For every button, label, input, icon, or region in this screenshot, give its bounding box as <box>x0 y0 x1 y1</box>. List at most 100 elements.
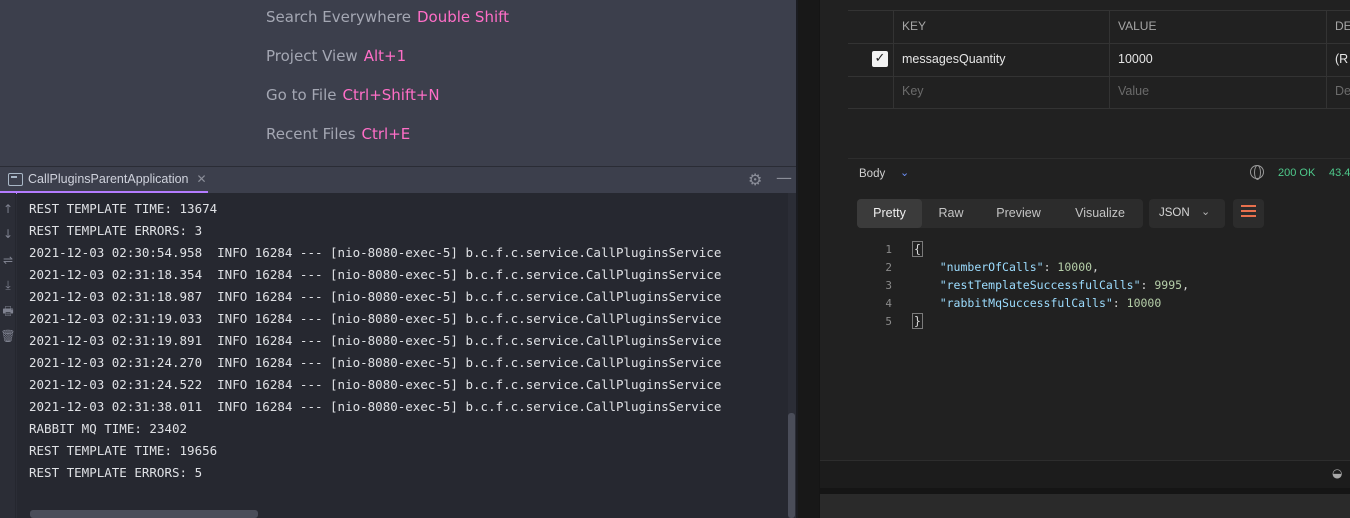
new-param-key-input[interactable]: Key <box>902 84 924 98</box>
divider <box>848 10 1350 11</box>
new-param-description-input[interactable]: De <box>1335 84 1350 98</box>
line-number: 2 <box>885 261 892 274</box>
horizontal-scrollbar[interactable] <box>30 510 258 518</box>
console-icon <box>8 172 23 186</box>
hint-label: Search Everywhere <box>266 8 411 26</box>
tab-pretty[interactable]: Pretty <box>857 199 922 228</box>
console-toolbar: ↑ ↓ ⇌ ⤓ 🖶 🗑 <box>0 193 16 518</box>
new-param-value-input[interactable]: Value <box>1118 84 1149 98</box>
ide-window: Search Everywhere Double Shift Project Vi… <box>0 0 798 518</box>
vertical-scrollbar[interactable] <box>788 413 795 518</box>
code-line: } <box>912 313 923 329</box>
hint-label: Recent Files <box>266 125 356 143</box>
console-line: REST TEMPLATE TIME: 13674 <box>29 201 218 216</box>
minimize-icon[interactable]: — <box>776 168 792 187</box>
param-key-field[interactable]: messagesQuantity <box>902 52 1006 66</box>
hint-shortcut: Ctrl+E <box>361 125 411 143</box>
json-value: 10000 <box>1057 260 1093 274</box>
code-line: { <box>912 241 923 257</box>
globe-icon[interactable] <box>1250 165 1264 180</box>
param-description-field[interactable]: (R <box>1335 52 1348 66</box>
status-code[interactable]: 200 OK <box>1278 167 1315 179</box>
format-select[interactable]: JSON ⌄ <box>1149 199 1225 228</box>
code-line: "restTemplateSuccessfulCalls": 9995, <box>939 278 1189 292</box>
console-line: 2021-12-03 02:31:19.891 INFO 16284 --- [… <box>29 333 722 348</box>
console-line: 2021-12-03 02:31:24.522 INFO 16284 --- [… <box>29 377 722 392</box>
chevron-down-icon[interactable]: ⌄ <box>900 166 909 179</box>
json-value: 10000 <box>1126 296 1162 310</box>
json-value: 9995 <box>1154 278 1183 292</box>
divider <box>848 108 1350 109</box>
divider <box>848 158 1350 159</box>
arrow-up-icon[interactable]: ↑ <box>0 202 16 216</box>
console-line: REST TEMPLATE TIME: 19656 <box>29 443 218 458</box>
wrap-lines-button[interactable] <box>1233 199 1264 228</box>
postman-footer <box>820 460 1350 488</box>
close-icon[interactable]: ✕ <box>197 172 207 186</box>
console-line: 2021-12-03 02:31:18.354 INFO 16284 --- [… <box>29 267 722 282</box>
code-line: "numberOfCalls": 10000, <box>939 260 1099 274</box>
wrap-lines-icon <box>1241 205 1256 207</box>
format-select-value: JSON <box>1159 207 1190 219</box>
soft-wrap-icon[interactable]: ⇌ <box>0 253 16 267</box>
console-line: 2021-12-03 02:31:38.011 INFO 16284 --- [… <box>29 399 722 414</box>
hint-project-view: Project View Alt+1 <box>266 47 406 65</box>
json-brace: { <box>912 241 923 257</box>
chevron-down-icon: ⌄ <box>1201 206 1211 218</box>
line-number: 3 <box>885 279 892 292</box>
print-icon[interactable]: 🖶 <box>0 304 16 318</box>
column-header-value: VALUE <box>1118 19 1157 33</box>
code-line: "rabbitMqSuccessfulCalls": 10000 <box>939 296 1162 310</box>
tab-label: CallPluginsParentApplication <box>28 172 189 186</box>
param-enabled-checkbox[interactable]: ✓ <box>872 51 888 67</box>
divider <box>848 43 1350 44</box>
hint-shortcut: Double Shift <box>417 8 510 26</box>
console-output[interactable]: REST TEMPLATE TIME: 13674 REST TEMPLATE … <box>17 193 788 518</box>
column-header-key: KEY <box>902 19 927 33</box>
console-line: 2021-12-03 02:31:19.033 INFO 16284 --- [… <box>29 311 722 326</box>
scroll-to-end-icon[interactable]: ⤓ <box>0 278 16 292</box>
divider <box>1109 10 1110 108</box>
hint-label: Project View <box>266 47 358 65</box>
window-gap <box>798 0 819 518</box>
params-table: KEY VALUE DE ✓ messagesQuantity 10000 (R… <box>820 0 1350 158</box>
run-tool-window-tabbar: CallPluginsParentApplication ✕ ⚙ — <box>0 166 797 194</box>
column-header-description: DE <box>1335 19 1350 33</box>
response-view-tabs: Pretty Raw Preview Visualize <box>857 199 1143 228</box>
tab-raw[interactable]: Raw <box>922 199 980 228</box>
param-value-field[interactable]: 10000 <box>1118 52 1153 66</box>
json-key: "restTemplateSuccessfulCalls" <box>939 278 1141 292</box>
tab-visualize[interactable]: Visualize <box>1057 199 1143 228</box>
response-header-bar: Body ⌄ 200 OK 43.4 <box>848 162 1350 186</box>
hint-go-to-file: Go to File Ctrl+Shift+N <box>266 86 440 104</box>
json-key: "rabbitMqSuccessfulCalls" <box>939 296 1113 310</box>
trash-icon[interactable]: 🗑 <box>0 329 16 343</box>
hint-shortcut: Alt+1 <box>363 47 407 65</box>
tab-run-configuration[interactable]: CallPluginsParentApplication ✕ <box>0 167 208 194</box>
tab-preview[interactable]: Preview <box>980 199 1057 228</box>
console-line: 2021-12-03 02:30:54.958 INFO 16284 --- [… <box>29 245 722 260</box>
arrow-down-icon[interactable]: ↓ <box>0 227 16 241</box>
postman-status-area <box>820 488 1350 518</box>
line-number: 4 <box>885 297 892 310</box>
hint-label: Go to File <box>266 86 337 104</box>
divider <box>893 10 894 108</box>
response-time[interactable]: 43.4 <box>1329 167 1350 179</box>
console-line: REST TEMPLATE ERRORS: 3 <box>29 223 203 238</box>
json-brace: } <box>912 313 923 329</box>
hint-search-everywhere: Search Everywhere Double Shift <box>266 8 509 26</box>
json-punct: , <box>1092 260 1099 274</box>
console-line: 2021-12-03 02:31:18.987 INFO 16284 --- [… <box>29 289 722 304</box>
response-body-label[interactable]: Body <box>859 168 885 180</box>
postman-window: KEY VALUE DE ✓ messagesQuantity 10000 (R… <box>819 0 1350 518</box>
hint-shortcut: Ctrl+Shift+N <box>342 86 440 104</box>
hint-recent-files: Recent Files Ctrl+E <box>266 125 410 143</box>
divider <box>848 76 1350 77</box>
json-punct: , <box>1182 278 1189 292</box>
gear-icon[interactable]: ⚙ <box>748 170 762 189</box>
json-key: "numberOfCalls" <box>939 260 1044 274</box>
console-line: RABBIT MQ TIME: 23402 <box>29 421 188 436</box>
cookie-icon[interactable]: ◒ <box>1332 466 1342 480</box>
line-number: 1 <box>885 243 892 256</box>
console-line: REST TEMPLATE ERRORS: 5 <box>29 465 203 480</box>
